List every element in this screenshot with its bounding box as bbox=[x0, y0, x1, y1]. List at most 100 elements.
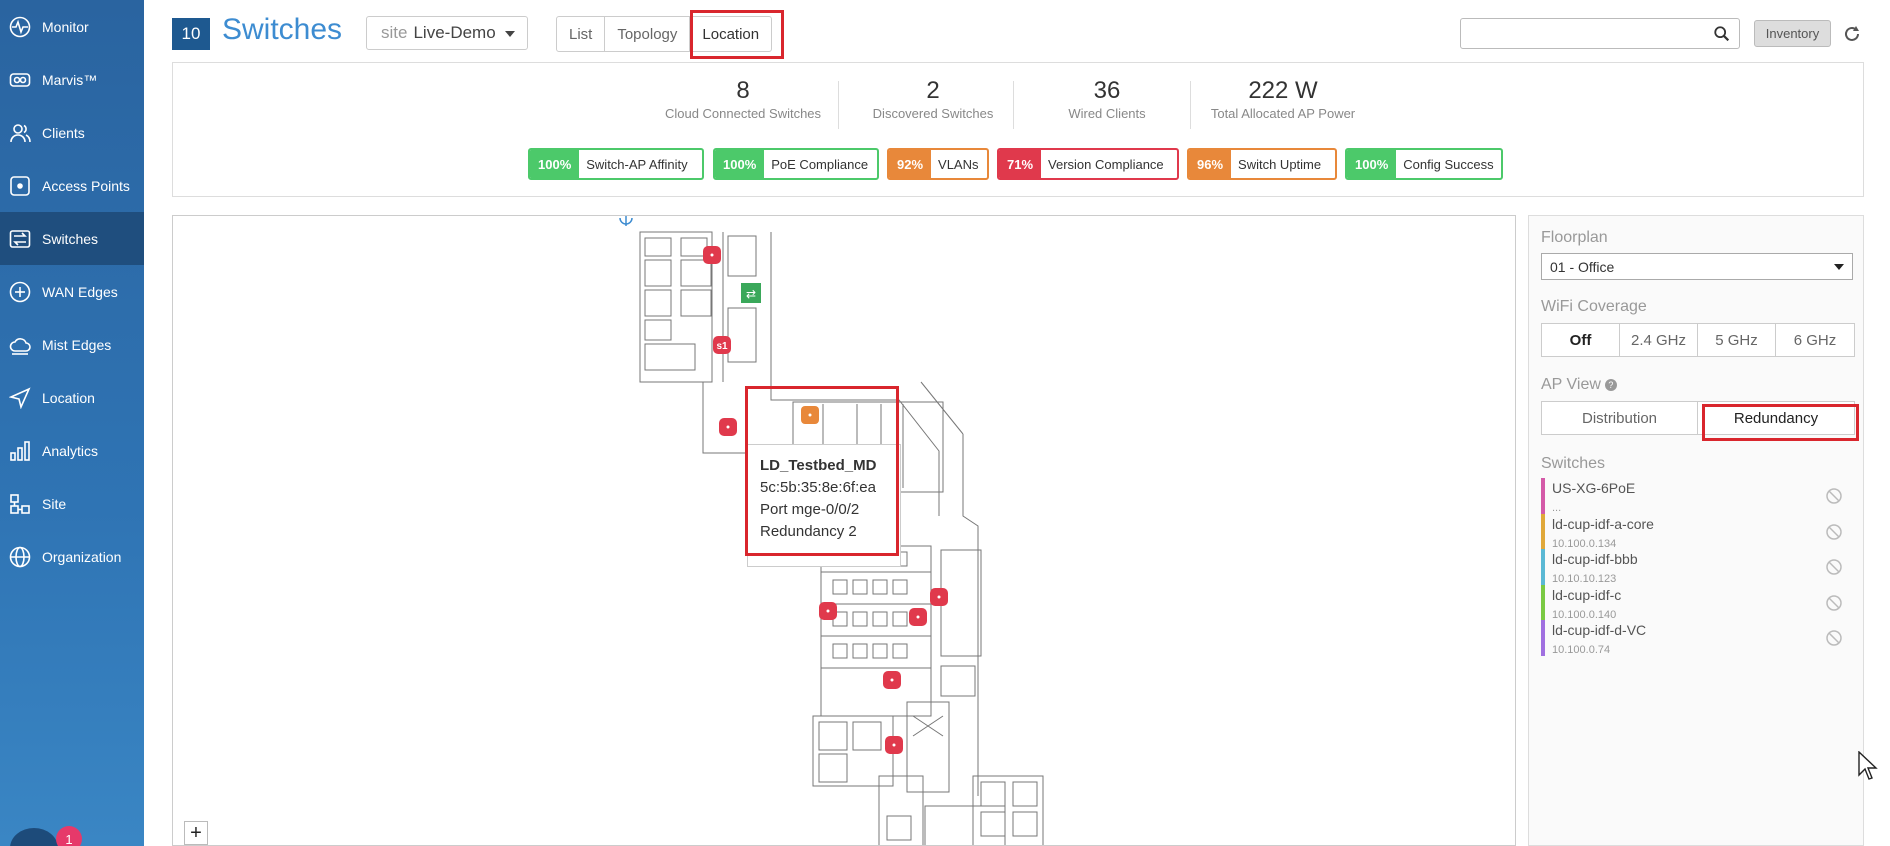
sidebar-item-marvis[interactable]: Marvis™ bbox=[0, 53, 144, 106]
switch-ip: 10.100.0.134 bbox=[1552, 537, 1617, 550]
sle-label: Version Compliance bbox=[1048, 156, 1164, 172]
view-tabs: List Topology Location bbox=[556, 16, 773, 52]
globe-icon bbox=[8, 545, 32, 569]
switch-count-badge: 10 bbox=[172, 18, 210, 50]
search-icon[interactable] bbox=[1713, 25, 1731, 43]
sidebar-item-wan-edges[interactable]: WAN Edges bbox=[0, 265, 144, 318]
activity-icon bbox=[8, 15, 32, 39]
sidebar-item-label: Switches bbox=[42, 230, 99, 247]
divider bbox=[1190, 81, 1191, 129]
access-point-marker-s1[interactable]: s1 bbox=[713, 336, 731, 354]
users-icon bbox=[8, 121, 32, 145]
sidebar-item-clients[interactable]: Clients bbox=[0, 106, 144, 159]
site-selector[interactable]: site Live-Demo bbox=[366, 16, 528, 50]
site-selector-label: site bbox=[381, 23, 408, 42]
sle-percent: 100% bbox=[1347, 150, 1397, 178]
hide-switch-icon[interactable] bbox=[1825, 487, 1843, 505]
sle-badge-switch-ap-affinity[interactable]: 100% Switch-AP Affinity bbox=[528, 148, 704, 180]
access-point-marker[interactable] bbox=[719, 418, 737, 436]
access-point-marker[interactable] bbox=[819, 602, 837, 620]
stat-label: Cloud Connected Switches bbox=[664, 106, 822, 121]
switch-color-indicator bbox=[1541, 549, 1545, 585]
sidebar-item-access-points[interactable]: Access Points bbox=[0, 159, 144, 212]
refresh-icon[interactable] bbox=[1842, 24, 1862, 44]
sle-badge-switch-uptime[interactable]: 96% Switch Uptime bbox=[1187, 148, 1337, 180]
zoom-in-button[interactable]: + bbox=[184, 821, 208, 845]
switch-icon bbox=[8, 227, 32, 251]
sidebar-item-label: Monitor bbox=[42, 18, 89, 35]
sidebar-item-analytics[interactable]: Analytics bbox=[0, 424, 144, 477]
tooltip-redundancy: Redundancy 2 bbox=[760, 523, 857, 540]
ap-view-label: AP View? bbox=[1541, 376, 1617, 394]
sidebar-item-label: WAN Edges bbox=[42, 283, 118, 300]
wifi-coverage-label: WiFi Coverage bbox=[1541, 298, 1647, 315]
hide-switch-icon[interactable] bbox=[1825, 629, 1843, 647]
access-point-icon bbox=[8, 174, 32, 198]
wifi-option-2-4ghz[interactable]: 2.4 GHz bbox=[1620, 324, 1698, 356]
tab-topology[interactable]: Topology bbox=[605, 17, 691, 51]
sle-badge-vlans[interactable]: 92% VLANs bbox=[887, 148, 989, 180]
hide-switch-icon[interactable] bbox=[1825, 594, 1843, 612]
wifi-coverage-toggle: Off 2.4 GHz 5 GHz 6 GHz bbox=[1541, 323, 1855, 357]
stat-label: Total Allocated AP Power bbox=[1210, 106, 1356, 121]
access-point-marker[interactable] bbox=[703, 246, 721, 264]
access-point-marker[interactable] bbox=[885, 736, 903, 754]
ap-view-distribution[interactable]: Distribution bbox=[1542, 402, 1698, 434]
tab-list[interactable]: List bbox=[557, 17, 606, 51]
ap-view-redundancy[interactable]: Redundancy bbox=[1698, 402, 1854, 434]
search-input[interactable] bbox=[1461, 19, 1701, 48]
inventory-button[interactable]: Inventory bbox=[1754, 20, 1831, 47]
sidebar-item-label: Analytics bbox=[42, 442, 99, 459]
wifi-option-5ghz[interactable]: 5 GHz bbox=[1698, 324, 1776, 356]
tooltip-port: Port mge-0/0/2 bbox=[760, 501, 860, 518]
support-chat-button[interactable] bbox=[10, 828, 58, 846]
access-point-marker[interactable] bbox=[930, 588, 948, 606]
map-settings-panel: Floorplan 01 - Office WiFi Coverage Off … bbox=[1528, 215, 1864, 846]
ap-view-label-text: AP View bbox=[1541, 376, 1601, 393]
tooltip-switch-name: LD_Testbed_MD bbox=[760, 457, 877, 474]
tooltip-mac: 5c:5b:35:8e:6f:ea bbox=[760, 479, 876, 496]
sidebar-item-mist-edges[interactable]: Mist Edges bbox=[0, 318, 144, 371]
tab-location[interactable]: Location bbox=[690, 17, 771, 51]
floorplan-map[interactable]: ⇄ s1 LD_Testbed_MD 5c:5b:35:8e:6f:ea Por… bbox=[172, 215, 1516, 846]
access-point-marker-selected[interactable] bbox=[801, 406, 819, 424]
search-field[interactable] bbox=[1460, 18, 1740, 49]
cloud-icon bbox=[8, 333, 32, 357]
wifi-option-6ghz[interactable]: 6 GHz bbox=[1776, 324, 1854, 356]
sidebar-item-site[interactable]: Site bbox=[0, 477, 144, 530]
switch-ip: 10.100.0.140 bbox=[1552, 608, 1617, 621]
sidebar-item-monitor[interactable]: Monitor bbox=[0, 0, 144, 53]
switch-color-indicator bbox=[1541, 620, 1545, 656]
chevron-down-icon bbox=[1834, 264, 1844, 270]
wan-edge-icon bbox=[8, 280, 32, 304]
chevron-down-icon bbox=[505, 31, 515, 37]
sle-badge-config-success[interactable]: 100% Config Success bbox=[1345, 148, 1503, 180]
switch-tooltip: LD_Testbed_MD 5c:5b:35:8e:6f:ea Port mge… bbox=[747, 444, 901, 567]
sle-label: PoE Compliance bbox=[771, 156, 869, 172]
switch-color-indicator bbox=[1541, 584, 1545, 621]
switch-name: ld-cup-idf-d-VC bbox=[1552, 622, 1647, 638]
switch-ip: ... bbox=[1552, 502, 1562, 514]
hide-switch-icon[interactable] bbox=[1825, 558, 1843, 576]
sidebar-item-location[interactable]: Location bbox=[0, 371, 144, 424]
help-icon[interactable]: ? bbox=[1604, 378, 1617, 391]
sle-badge-poe-compliance[interactable]: 100% PoE Compliance bbox=[713, 148, 879, 180]
sidebar-item-label: Organization bbox=[42, 548, 122, 565]
ap-view-toggle: Distribution Redundancy bbox=[1541, 401, 1855, 435]
switch-list-item[interactable]: ld-cup-idf-d-VC 10.100.0.74 bbox=[1541, 620, 1861, 662]
sle-percent: 96% bbox=[1189, 150, 1232, 178]
sidebar-item-organization[interactable]: Organization bbox=[0, 530, 144, 583]
sle-badge-version-compliance[interactable]: 71% Version Compliance bbox=[997, 148, 1179, 180]
marvis-icon bbox=[8, 68, 32, 92]
stats-panel: 8 Cloud Connected Switches 2 Discovered … bbox=[172, 62, 1864, 197]
sidebar-item-label: Access Points bbox=[42, 177, 130, 194]
floorplan-select[interactable]: 01 - Office bbox=[1541, 253, 1853, 280]
access-point-marker[interactable] bbox=[909, 608, 927, 626]
sidebar-item-label: Site bbox=[42, 495, 67, 512]
hide-switch-icon[interactable] bbox=[1825, 523, 1843, 541]
floorplan-value: 01 - Office bbox=[1550, 258, 1615, 275]
wifi-option-off[interactable]: Off bbox=[1542, 324, 1620, 356]
svg-text:⇄: ⇄ bbox=[746, 287, 756, 301]
sidebar-item-switches[interactable]: Switches bbox=[0, 212, 144, 265]
access-point-marker[interactable] bbox=[883, 671, 901, 689]
